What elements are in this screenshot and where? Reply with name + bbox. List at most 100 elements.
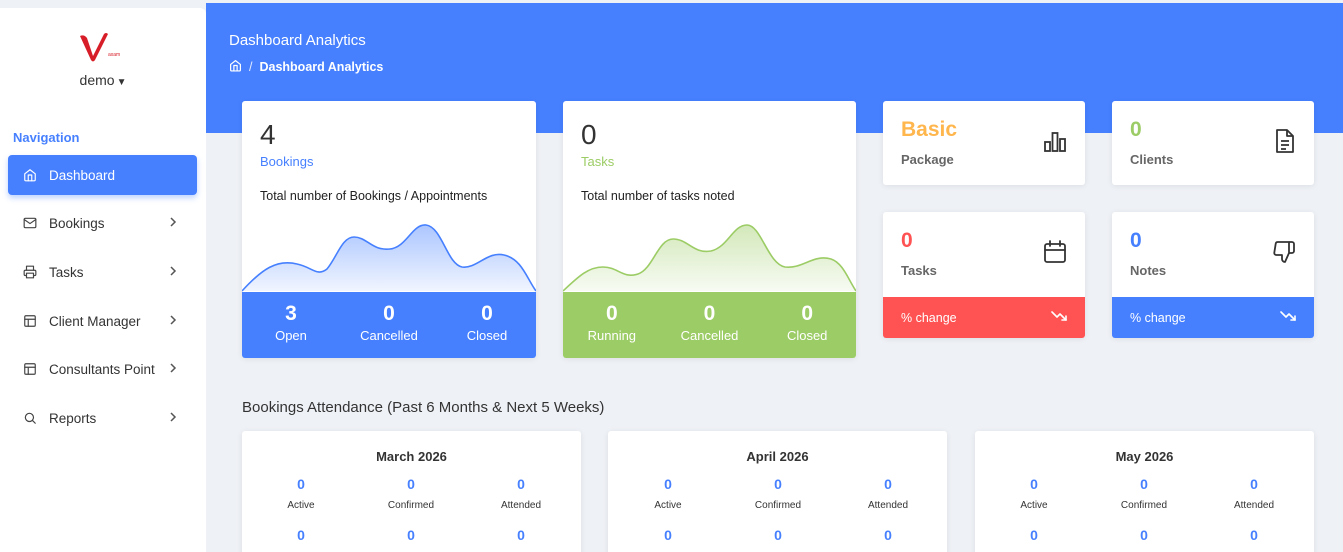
sidebar-item-reports[interactable]: Reports: [8, 398, 197, 438]
breadcrumb-current[interactable]: Dashboard Analytics: [259, 60, 383, 74]
stat-open: 3 Open: [275, 302, 307, 343]
chevron-right-icon: [169, 314, 177, 329]
tasks-card: 0 Tasks Total number of tasks noted 0 Run…: [563, 101, 856, 358]
trending-down-icon: [1280, 309, 1296, 326]
tasks-count: 0: [581, 119, 597, 150]
bookings-stats-bar: 3 Open 0 Cancelled 0 Closed: [242, 292, 536, 358]
month-stat-attended: 0 Attended: [500, 476, 542, 511]
chevron-right-icon: [169, 362, 177, 377]
page-title: Dashboard Analytics: [229, 32, 366, 49]
sidebar-item-client-manager[interactable]: Client Manager: [8, 301, 197, 341]
month-stat-attended: 0 Attended: [867, 476, 909, 511]
month-card-march: March 2026 0 Active 0 Confirmed 0 Attended …: [242, 431, 581, 552]
clients-value: 0: [1130, 118, 1142, 141]
sidebar-item-label: Client Manager: [49, 313, 141, 329]
breadcrumb-separator: /: [249, 60, 253, 74]
bookings-card: 4 Bookings Total number of Bookings / Ap…: [242, 101, 536, 358]
trending-down-icon: [1051, 309, 1067, 326]
month-stat-active: 0 Active: [654, 476, 682, 511]
breadcrumb: / Dashboard Analytics: [229, 59, 383, 75]
month-stat-row2: 0: [407, 527, 415, 543]
tasks-label: Tasks: [581, 154, 615, 169]
month-card-april: April 2026 0 Active 0 Confirmed 0 Attended …: [608, 431, 947, 552]
month-card-may: May 2026 0 Active 0 Confirmed 0 Attended 0 …: [975, 431, 1314, 552]
chevron-right-icon: [169, 216, 177, 231]
month-stat-row2: 0: [664, 527, 672, 543]
printer-icon: [23, 265, 37, 279]
package-label: Package: [901, 152, 954, 167]
tasks-description: Total number of tasks noted: [581, 189, 735, 203]
sidebar-item-label: Consultants Point: [49, 361, 155, 377]
tasks-mini-card: 0 Tasks % change: [883, 212, 1085, 338]
month-stat-confirmed: 0 Confirmed: [387, 476, 435, 511]
sidebar-item-tasks[interactable]: Tasks: [8, 252, 197, 292]
caret-down-icon: ▼: [116, 77, 127, 88]
month-stat-active: 0 Active: [287, 476, 315, 511]
month-stat-row2: 0: [774, 527, 782, 543]
month-stat-row2: 0: [297, 527, 305, 543]
svg-text:axam: axam: [108, 52, 120, 58]
month-stat-row2: 0: [1250, 527, 1258, 543]
change-label: % change: [1130, 310, 1186, 325]
month-stat-row2: 0: [517, 527, 525, 543]
bookings-description: Total number of Bookings / Appointments: [260, 189, 488, 203]
sidebar-item-label: Dashboard: [49, 167, 116, 183]
calendar-icon: [1043, 240, 1067, 269]
bookings-label: Bookings: [260, 154, 314, 169]
sidebar-item-consultants-point[interactable]: Consultants Point: [8, 349, 197, 389]
file-text-icon: [1274, 129, 1296, 158]
month-title: April 2026: [746, 449, 809, 464]
tasks-wave-chart: [563, 224, 856, 292]
stat-closed: 0 Closed: [786, 302, 828, 343]
stat-closed: 0 Closed: [466, 302, 508, 343]
tasks-mini-value: 0: [901, 229, 913, 252]
stat-cancelled: 0 Cancelled: [360, 302, 418, 343]
tasks-mini-label: Tasks: [901, 263, 937, 278]
home-icon: [23, 168, 37, 182]
notes-label: Notes: [1130, 263, 1167, 278]
sidebar-item-label: Bookings: [49, 215, 105, 231]
stat-cancelled: 0 Cancelled: [680, 302, 739, 343]
month-stat-row2: 0: [1030, 527, 1038, 543]
sidebar-item-dashboard[interactable]: Dashboard: [8, 155, 197, 195]
bookings-count: 4: [260, 119, 276, 150]
username: demo: [79, 72, 115, 88]
user-menu[interactable]: demo ▼: [0, 72, 206, 88]
attendance-section-title: Bookings Attendance (Past 6 Months & Nex…: [242, 399, 605, 416]
chevron-right-icon: [169, 411, 177, 426]
layout-icon: [23, 314, 37, 328]
month-stat-active: 0 Active: [1020, 476, 1048, 511]
thumbs-down-icon: [1272, 240, 1296, 269]
month-title: March 2026: [376, 449, 447, 464]
mail-icon: [23, 216, 37, 230]
brand-logo[interactable]: axam: [78, 30, 130, 64]
month-stat-attended: 0 Attended: [1233, 476, 1275, 511]
stat-running: 0 Running: [587, 302, 637, 343]
month-stat-row2: 0: [884, 527, 892, 543]
month-stat-confirmed: 0 Confirmed: [1120, 476, 1168, 511]
search-icon: [23, 411, 37, 425]
clients-label: Clients: [1130, 152, 1174, 167]
bar-chart-icon: [1043, 129, 1067, 158]
change-label: % change: [901, 310, 957, 325]
tasks-stats-bar: 0 Running 0 Cancelled 0 Closed: [563, 292, 856, 358]
notes-change-bar: % change: [1112, 297, 1314, 338]
layout-icon: [23, 362, 37, 376]
sidebar-item-label: Tasks: [49, 264, 84, 280]
sidebar-item-label: Reports: [49, 410, 97, 426]
month-stat-confirmed: 0 Confirmed: [754, 476, 802, 511]
sidebar: axam demo ▼ Navigation Dashboard Bookings…: [0, 8, 206, 552]
sidebar-item-bookings[interactable]: Bookings: [8, 203, 197, 243]
month-stat-row2: 0: [1140, 527, 1148, 543]
notes-value: 0: [1130, 229, 1142, 252]
package-card: Basic Package: [883, 101, 1085, 185]
home-icon[interactable]: [229, 59, 242, 75]
month-title: May 2026: [1115, 449, 1174, 464]
chevron-right-icon: [169, 265, 177, 280]
tasks-change-bar: % change: [883, 297, 1085, 338]
bookings-wave-chart: [242, 224, 536, 292]
clients-card: 0 Clients: [1112, 101, 1314, 185]
notes-card: 0 Notes % change: [1112, 212, 1314, 338]
nav-heading: Navigation: [13, 130, 80, 145]
package-value: Basic: [901, 118, 958, 141]
